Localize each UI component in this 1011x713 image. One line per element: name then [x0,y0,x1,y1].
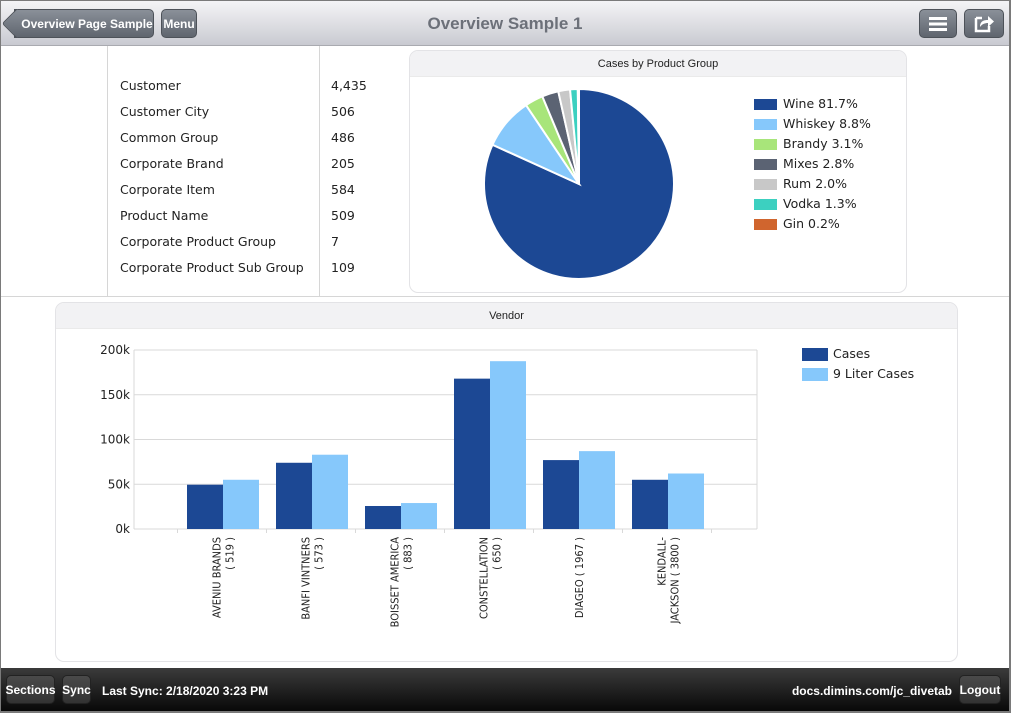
bar-9-liter-cases[interactable] [490,361,526,529]
legend-label: Rum 2.0% [783,176,847,191]
share-export-icon [974,15,994,32]
stat-label: Customer City [120,104,210,119]
legend-swatch [754,179,777,190]
bar-cases[interactable] [632,479,668,529]
bar-cases[interactable] [365,505,401,529]
stat-value: 7 [331,234,339,249]
bar-cases[interactable] [543,460,579,529]
footer-bar: Sections Sync Last Sync: 2/18/2020 3:23 … [1,668,1009,711]
legend-swatch [802,368,828,381]
y-tick-label: 0k [115,522,130,536]
legend-swatch [802,348,828,361]
legend-label: Cases [833,346,871,361]
bar-cases[interactable] [187,484,223,529]
y-tick-label: 150k [100,388,130,402]
x-tick-label: CONSTELLATION [478,537,491,619]
stat-label: Corporate Product Sub Group [120,260,304,275]
bar-9-liter-cases[interactable] [579,451,615,529]
divider [319,46,320,297]
bar-chart-panel: Vendor 0k 50k 100k 150k 200k AVENIU BRANDS( 5… [55,302,958,662]
x-tick-label: KENDALL- [656,537,669,586]
divider [107,46,108,297]
stat-value: 486 [331,130,355,145]
legend-label: 9 Liter Cases [833,366,915,381]
legend-swatch [754,119,777,130]
stat-value: 205 [331,156,355,171]
stat-value: 4,435 [331,78,367,93]
hamburger-menu-icon [929,16,947,31]
legend-swatch [754,219,777,230]
pie-chart [483,87,675,280]
bar-9-liter-cases[interactable] [668,473,704,529]
stat-label: Customer [120,78,181,93]
stat-value: 506 [331,104,355,119]
legend-label: Wine 81.7% [783,96,858,111]
stat-value: 509 [331,208,355,223]
x-tick-label: BANFI VINTNERS [300,537,313,620]
bar-cases[interactable] [454,378,490,529]
legend-label: Mixes 2.8% [783,156,855,171]
legend-label: Brandy 3.1% [783,136,864,151]
bar-cases[interactable] [276,462,312,529]
x-tick-label: AVENIU BRANDS [211,537,224,618]
legend-swatch [754,159,777,170]
x-tick-label: BOISSET AMERICA [389,537,402,628]
stat-label: Corporate Product Group [120,234,276,249]
stat-label: Corporate Brand [120,156,224,171]
y-tick-label: 50k [108,477,130,491]
logout-button[interactable]: Logout [959,675,1001,704]
legend-label: Vodka 1.3% [783,196,857,211]
share-button[interactable] [964,9,1004,38]
legend-label: Gin 0.2% [783,216,840,231]
legend-swatch [754,199,777,210]
stat-label: Corporate Item [120,182,215,197]
legend-label: Whiskey 8.8% [783,116,871,131]
bar-9-liter-cases[interactable] [401,503,437,529]
legend-swatch [754,139,777,150]
stat-label: Common Group [120,130,219,145]
y-tick-label: 100k [100,433,130,447]
x-tick-label: DIAGEO ( 1967 ) [573,537,586,618]
bar-9-liter-cases[interactable] [223,479,259,529]
x-tick-label: ( 573 ) [313,537,326,570]
back-button-label: Overview Page Sample [21,16,153,31]
legend-swatch [754,99,777,110]
last-sync-status: Last Sync: 2/18/2020 3:23 PM [102,684,269,698]
sections-button[interactable]: Sections [6,675,56,704]
stat-value: 584 [331,182,355,197]
stat-label: Product Name [120,208,209,223]
bar-9-liter-cases[interactable] [312,454,348,529]
x-tick-label: ( 650 ) [491,537,504,570]
hamburger-button[interactable] [919,9,957,38]
header-bar: Overview Page Sample Menu Overview Sampl… [1,1,1009,46]
sync-button[interactable]: Sync [62,675,91,704]
server-url: docs.dimins.com/jc_divetab [791,684,952,698]
x-tick-label: ( 519 ) [224,537,237,570]
y-tick-label: 200k [100,343,130,357]
x-tick-label: ( 883 ) [402,537,415,570]
x-tick-label: JACKSON ( 3800 ) [669,537,682,625]
pie-slice-gin[interactable] [576,87,580,185]
pie-chart-panel: Cases by Product Group Wine 81.7% Whiskey… [409,50,907,293]
app-window: Overview Page Sample Menu Overview Sampl… [1,1,1009,711]
stat-value: 109 [331,260,355,275]
overview-section: Customer 4,435 Customer City 506 Common Grou… [1,46,1009,297]
